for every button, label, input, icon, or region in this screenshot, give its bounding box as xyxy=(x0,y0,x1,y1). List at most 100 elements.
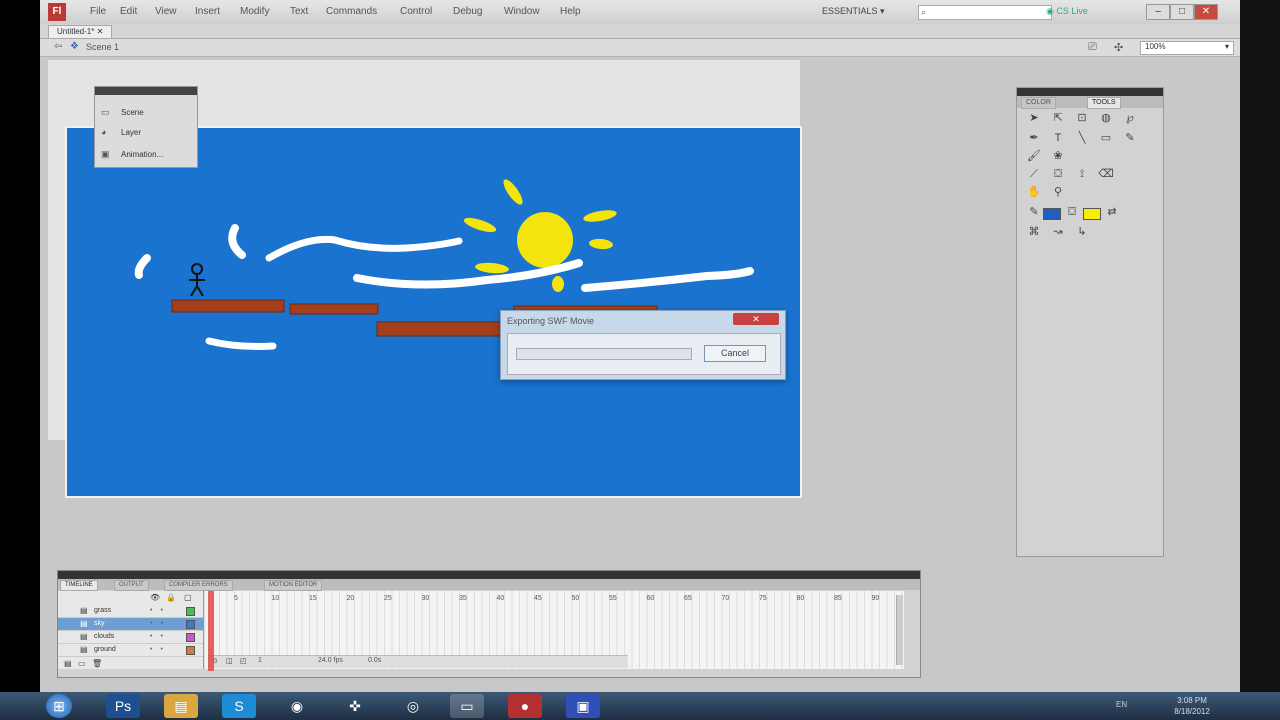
folder-taskbar-icon[interactable]: ▤ xyxy=(164,694,198,718)
deco-tool-icon[interactable]: ❀ xyxy=(1049,148,1067,164)
help-search-input[interactable]: ⌕ xyxy=(918,5,1052,20)
skype-taskbar-icon[interactable]: S xyxy=(222,694,256,718)
snap-to-objects-icon[interactable]: ⌘ xyxy=(1025,224,1043,240)
menu-help[interactable]: Help xyxy=(560,6,581,17)
layer-toggles[interactable]: •• xyxy=(150,631,171,643)
tab-motion-editor[interactable]: MOTION EDITOR xyxy=(264,580,323,591)
layer-toggles[interactable]: •• xyxy=(150,618,171,630)
edit-bar: ⇦ ❖ Scene 1 ⎚ ✣ 100% ▾ xyxy=(40,39,1240,57)
stroke-color-swatch[interactable] xyxy=(1043,208,1061,220)
subselection-tool-icon[interactable]: ⇱ xyxy=(1049,110,1067,126)
pencil-tool-icon[interactable]: ✎ xyxy=(1121,130,1139,146)
menu-debug[interactable]: Debug xyxy=(453,6,482,17)
layer-toggles[interactable]: •• xyxy=(150,605,171,617)
layer-row[interactable]: ▤ sky •• xyxy=(58,618,203,631)
menu-insert[interactable]: Insert xyxy=(195,6,220,17)
outline-icon[interactable]: ▢ xyxy=(184,593,192,602)
cancel-button[interactable]: Cancel xyxy=(704,345,766,362)
rectangle-tool-icon[interactable]: ▭ xyxy=(1097,130,1115,146)
zoom-tool-icon[interactable]: ⚲ xyxy=(1049,184,1067,200)
new-layer-icon[interactable]: ▤ xyxy=(64,659,72,668)
tab-tools[interactable]: TOOLS xyxy=(1087,97,1121,109)
layer-toggles[interactable]: •• xyxy=(150,644,171,656)
start-button[interactable]: ⊞ xyxy=(46,694,72,718)
onion-skin-outline-icon[interactable]: ◰ xyxy=(240,657,247,665)
pen-tool-icon[interactable]: ✒ xyxy=(1025,130,1043,146)
tab-output[interactable]: OUTPUT xyxy=(114,580,149,591)
edit-symbols-icon[interactable]: ✣ xyxy=(1114,41,1123,54)
bone-tool-icon[interactable]: ⟋ xyxy=(1025,166,1043,182)
eraser-tool-icon[interactable]: ⌫ xyxy=(1097,166,1115,182)
close-icon[interactable]: ✕ xyxy=(97,27,104,36)
layers-list: 👁 🔒 ▢ ▤ grass •• ▤ sky •• ▤ clouds •• ▤ … xyxy=(58,591,204,669)
text-tool-icon[interactable]: T xyxy=(1049,130,1067,146)
zoom-select[interactable]: 100% ▾ xyxy=(1140,41,1234,55)
3d-rotation-tool-icon[interactable]: ◍ xyxy=(1097,110,1115,126)
straighten-icon[interactable]: ↳ xyxy=(1073,224,1091,240)
paint-bucket-tool-icon[interactable]: ⛋ xyxy=(1049,166,1067,182)
panel-title-bar[interactable] xyxy=(1017,88,1163,96)
scenes-panel-item[interactable]: ▭ Scene xyxy=(101,107,144,118)
firefox-taskbar-icon[interactable]: ◎ xyxy=(396,694,430,718)
dialog-close-button[interactable]: ✕ xyxy=(733,313,779,325)
stick-figure[interactable] xyxy=(189,263,205,297)
layer-row[interactable]: ▤ ground •• xyxy=(58,644,203,657)
pasteboard[interactable]: ▭ Scene ◕ Layer ▣ Animation... Exporting SW… xyxy=(48,60,802,498)
back-arrow-icon[interactable]: ⇦ xyxy=(54,41,62,52)
layer-row[interactable]: ▤ grass •• xyxy=(58,605,203,618)
language-indicator[interactable]: EN xyxy=(1116,700,1127,709)
panel-title-bar[interactable] xyxy=(58,571,920,579)
recorder-taskbar-icon[interactable]: ● xyxy=(508,694,542,718)
lasso-tool-icon[interactable]: ℘ xyxy=(1121,110,1139,126)
menu-view[interactable]: View xyxy=(155,6,177,17)
editor-taskbar-icon[interactable]: ▣ xyxy=(566,694,600,718)
menu-control[interactable]: Control xyxy=(400,6,432,17)
tab-timeline[interactable]: TIMELINE xyxy=(60,580,98,591)
layer-icon: ▤ xyxy=(80,606,88,615)
menu-file[interactable]: File xyxy=(90,6,106,17)
smooth-icon[interactable]: ↝ xyxy=(1049,224,1067,240)
eyedropper-tool-icon[interactable]: ⟟ xyxy=(1073,166,1091,182)
layer-row[interactable]: ▤ clouds •• xyxy=(58,631,203,644)
flash-taskbar-icon[interactable]: ▭ xyxy=(450,694,484,718)
line-tool-icon[interactable]: ╲ xyxy=(1073,130,1091,146)
hand-tool-icon[interactable]: ✋ xyxy=(1025,184,1043,200)
eye-icon[interactable]: 👁 xyxy=(150,593,160,602)
document-tab[interactable]: Untitled-1* ✕ xyxy=(48,25,113,39)
maximize-button[interactable]: □ xyxy=(1170,4,1194,20)
selection-tool-icon[interactable]: ➤ xyxy=(1025,110,1043,126)
new-folder-icon[interactable]: ▭ xyxy=(78,659,86,668)
brush-tool-icon[interactable]: 🖌 xyxy=(1025,148,1043,164)
minimize-button[interactable]: – xyxy=(1146,4,1170,20)
playhead[interactable] xyxy=(208,591,214,671)
onion-skin-icon[interactable]: ◫ xyxy=(226,657,233,665)
menu-window[interactable]: Window xyxy=(504,6,540,17)
lock-icon[interactable]: 🔒 xyxy=(166,593,176,602)
menu-modify[interactable]: Modify xyxy=(240,6,269,17)
breadcrumb[interactable]: Scene 1 xyxy=(86,42,119,52)
photoshop-taskbar-icon[interactable]: Ps xyxy=(106,694,140,718)
menu-text[interactable]: Text xyxy=(290,6,308,17)
free-transform-tool-icon[interactable]: ⊡ xyxy=(1073,110,1091,126)
cs-live-button[interactable]: ◉ CS Live xyxy=(1046,6,1088,17)
menu-edit[interactable]: Edit xyxy=(120,6,137,17)
frames-grid[interactable]: 5 10 15 20 25 30 35 40 45 50 55 60 65 70 75 80 85 90 ⊙ ◫ … xyxy=(204,591,904,669)
frame-rate[interactable]: 24.0 fps xyxy=(318,657,343,664)
chrome-taskbar-icon[interactable]: ◉ xyxy=(280,694,314,718)
scenes-panel-item[interactable]: ▣ Animation... xyxy=(101,149,163,160)
tab-compiler-errors[interactable]: COMPILER ERRORS xyxy=(164,580,233,591)
swap-colors-icon[interactable]: ⇄ xyxy=(1103,204,1121,220)
workspace-switcher[interactable]: ESSENTIALS ▾ xyxy=(822,6,885,17)
close-button[interactable]: ✕ xyxy=(1194,4,1218,20)
scenes-panel-item[interactable]: ◕ Layer xyxy=(101,127,141,137)
panel-title-bar[interactable] xyxy=(95,87,197,95)
timeline-scrollbar[interactable] xyxy=(896,595,903,665)
tab-color[interactable]: COLOR xyxy=(1021,97,1056,109)
system-clock[interactable]: 3:08 PM 8/18/2012 xyxy=(1162,695,1222,717)
delete-layer-icon[interactable]: 🗑 xyxy=(92,659,102,668)
menu-commands[interactable]: Commands xyxy=(326,6,377,17)
app-taskbar-icon[interactable]: ✜ xyxy=(338,694,372,718)
edit-scene-icon[interactable]: ⎚ xyxy=(1088,41,1097,54)
fill-color-swatch[interactable] xyxy=(1083,208,1101,220)
frame-number: 90 xyxy=(871,595,880,602)
